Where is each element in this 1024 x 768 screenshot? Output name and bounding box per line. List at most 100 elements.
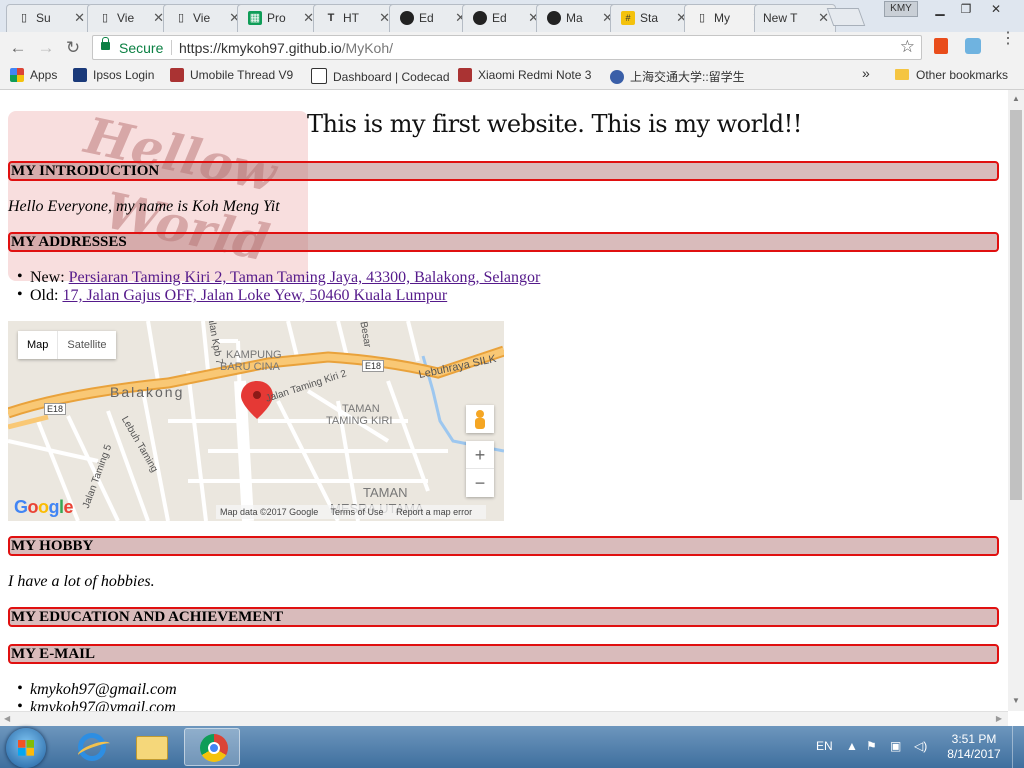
tab-title: My: [714, 11, 730, 25]
scroll-down-arrow-icon[interactable]: ▼: [1012, 696, 1020, 705]
bookmark-apps[interactable]: Apps: [10, 68, 57, 82]
system-clock[interactable]: 3:51 PM 8/14/2017: [944, 732, 1004, 762]
sheets-icon: ▦: [248, 11, 262, 25]
url-separator: [171, 40, 172, 55]
bookmark-sjtu[interactable]: 上海交通大学::留学生: [610, 68, 745, 85]
reload-icon[interactable]: ↻: [63, 38, 83, 58]
clock-time: 3:51 PM: [951, 732, 997, 746]
profile-button[interactable]: KMY: [884, 1, 918, 17]
bookmark-label: Apps: [30, 68, 58, 82]
tab-4[interactable]: ▦ Pro ✕: [237, 4, 321, 32]
zoom-out-button[interactable]: −: [466, 469, 494, 497]
restore-button[interactable]: ❐: [952, 0, 980, 18]
bookmark-umobile[interactable]: Umobile Thread V9: [170, 68, 293, 82]
address-label: Old:: [30, 287, 63, 304]
report-map-error-link[interactable]: Report a map error: [396, 507, 472, 517]
street-view-pegman-icon[interactable]: [466, 405, 494, 433]
map-label: TAMING KIRI: [326, 415, 393, 427]
tab-title: Ma: [566, 11, 583, 25]
google-map[interactable]: Balakong KAMPUNG BARU CINA TAMAN TAMING …: [8, 321, 504, 521]
taskbar-internet-explorer[interactable]: [62, 728, 118, 766]
chrome-icon: [200, 734, 228, 762]
apps-grid-icon: [10, 68, 24, 82]
map-label: TAMAN: [363, 485, 408, 500]
tab-9[interactable]: # Sta ✕: [610, 4, 694, 32]
flag-icon[interactable]: ⚑: [866, 739, 877, 753]
tab-11[interactable]: New T ✕: [754, 4, 836, 32]
clock-date: 8/14/2017: [947, 747, 1001, 761]
section-header-introduction: MY INTRODUCTION: [8, 161, 999, 181]
other-bookmarks[interactable]: Other bookmarks: [916, 68, 1008, 82]
address-link-new[interactable]: Persiaran Taming Kiri 2, Taman Taming Ja…: [69, 269, 541, 286]
tab-3[interactable]: ▯ Vie ✕: [163, 4, 247, 32]
tab-title: Ed: [492, 11, 507, 25]
close-window-button[interactable]: ✕: [982, 0, 1010, 18]
windows-taskbar: EN ▲ ⚑ ▣ ◁) 3:51 PM 8/14/2017: [0, 726, 1024, 768]
bookmark-label: Umobile Thread V9: [190, 68, 294, 82]
scroll-right-arrow-icon[interactable]: ▶: [996, 714, 1002, 723]
taskbar-chrome[interactable]: [184, 728, 240, 766]
codecademy-icon: [311, 68, 327, 84]
close-icon[interactable]: ✕: [74, 10, 85, 26]
tab-8[interactable]: Ma ✕: [536, 4, 620, 32]
tab-1[interactable]: ▯ Su ✕: [6, 4, 92, 32]
show-desktop-button[interactable]: [1012, 726, 1024, 768]
tab-strip: ▯ Su ✕ ▯ Vie ✕ ▯ Vie ✕ ▦ Pro ✕ T HT ✕ Ed…: [0, 0, 1024, 33]
tab-title: New T: [763, 11, 798, 25]
tab-title: HT: [343, 11, 359, 25]
scroll-up-arrow-icon[interactable]: ▲: [1012, 94, 1020, 103]
back-icon[interactable]: ←: [8, 38, 28, 58]
horizontal-scrollbar[interactable]: ◀ ▶: [0, 711, 1008, 727]
office-extension-icon[interactable]: [934, 38, 948, 54]
map-type-control: Map Satellite: [18, 331, 116, 359]
bookmark-label: Ipsos Login: [93, 68, 155, 82]
language-indicator[interactable]: EN: [816, 739, 833, 753]
new-tab-button[interactable]: [826, 8, 866, 26]
terms-of-use-link[interactable]: Terms of Use: [331, 507, 384, 517]
address-link-old[interactable]: 17, Jalan Gajus OFF, Jalan Loke Yew, 504…: [62, 287, 447, 304]
bookmarks-overflow-button[interactable]: »: [862, 65, 870, 81]
network-icon[interactable]: ▣: [890, 739, 901, 753]
internet-explorer-icon: [78, 733, 106, 761]
zoom-control: + −: [466, 441, 494, 497]
introduction-text: Hello Everyone, my name is Koh Meng Yit: [8, 198, 280, 215]
address-item-new: New: Persiaran Taming Kiri 2, Taman Tami…: [17, 268, 541, 287]
bookmark-ipsos[interactable]: Ipsos Login: [73, 68, 154, 82]
bookmark-codecademy[interactable]: Dashboard | Codecad: [311, 68, 450, 84]
page-icon: ▯: [698, 12, 706, 24]
email-item: kmykoh97@ymail.com: [17, 698, 176, 711]
tab-6[interactable]: Ed ✕: [389, 4, 473, 32]
bookmark-xiaomi[interactable]: Xiaomi Redmi Note 3: [458, 68, 591, 82]
menu-icon[interactable]: ⋮: [1000, 31, 1016, 47]
start-button[interactable]: [6, 728, 46, 768]
tray-expand-icon[interactable]: ▲: [846, 739, 858, 753]
scroll-left-arrow-icon[interactable]: ◀: [4, 714, 10, 723]
bookmark-star-icon[interactable]: ☆: [900, 37, 915, 57]
tab-5[interactable]: T HT ✕: [313, 4, 397, 32]
address-bar[interactable]: Secure https://kmykoh97.github.io/MyKoh/…: [92, 35, 922, 60]
forum-icon: [458, 68, 472, 82]
minimize-button[interactable]: ▁: [926, 0, 954, 18]
section-header-education: MY EDUCATION AND ACHIEVEMENT: [8, 607, 999, 627]
tab-7[interactable]: Ed ✕: [462, 4, 546, 32]
map-type-map-button[interactable]: Map: [18, 331, 57, 359]
scrollbar-thumb[interactable]: [1010, 110, 1022, 500]
extension-icon[interactable]: [965, 38, 981, 54]
tab-title: Vie: [117, 11, 135, 25]
page-icon: ▯: [177, 12, 185, 24]
highway-shield: E18: [362, 360, 385, 372]
map-label: TAMAN: [342, 403, 380, 415]
map-type-satellite-button[interactable]: Satellite: [57, 331, 115, 359]
github-icon: [400, 11, 414, 25]
section-header-hobby: MY HOBBY: [8, 536, 999, 556]
forward-icon[interactable]: →: [36, 38, 56, 58]
taskbar-windows-explorer[interactable]: [122, 728, 178, 766]
tab-2[interactable]: ▯ Vie ✕: [87, 4, 171, 32]
zoom-in-button[interactable]: +: [466, 441, 494, 469]
volume-icon[interactable]: ◁): [914, 739, 927, 753]
map-label: BARU CINA: [220, 361, 280, 373]
page-icon: ▯: [101, 12, 109, 24]
map-label: KAMPUNG: [226, 349, 282, 361]
vertical-scrollbar[interactable]: ▲ ▼: [1008, 90, 1024, 711]
url-text[interactable]: https://kmykoh97.github.io/MyKoh/: [179, 40, 393, 56]
